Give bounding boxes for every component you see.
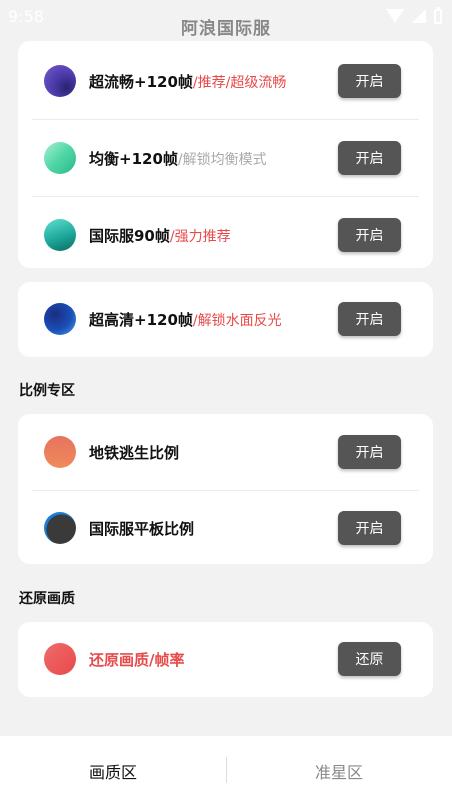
preset-row-balanced: 均衡+120帧/解锁均衡模式 开启	[18, 119, 433, 197]
app-title: 阿浪国际服	[181, 19, 271, 39]
ratio-row-tablet: 国际服平板比例 开启	[18, 490, 433, 568]
preset-label: 超流畅+120帧/推荐/超级流畅	[89, 73, 287, 91]
preset-avatar-icon	[44, 142, 76, 174]
hd-preset-card: 超高清+120帧/解锁水面反光 开启	[18, 282, 433, 357]
preset-avatar-icon	[44, 219, 76, 251]
restore-label: 还原画质/帧率	[89, 651, 185, 669]
preset-row-intl-90fps: 国际服90帧/强力推荐 开启	[18, 196, 433, 274]
ratio-section-title: 比例专区	[19, 383, 75, 399]
enable-ultra-hd-button[interactable]: 开启	[338, 302, 401, 336]
ratio-avatar-icon	[44, 436, 76, 468]
ratio-label: 地铁逃生比例	[89, 444, 180, 462]
tab-quality[interactable]: 画质区	[0, 736, 226, 805]
preset-label: 超高清+120帧/解锁水面反光	[89, 311, 282, 329]
tab-crosshair[interactable]: 准星区	[226, 736, 452, 805]
restore-section-title: 还原画质	[19, 591, 75, 607]
preset-avatar-icon	[44, 65, 76, 97]
restore-avatar-icon	[44, 643, 76, 675]
nav-divider	[226, 757, 227, 783]
ratio-label: 国际服平板比例	[89, 520, 195, 538]
preset-label: 国际服90帧/强力推荐	[89, 227, 231, 245]
enable-ultra-smooth-button[interactable]: 开启	[338, 64, 401, 98]
restore-button[interactable]: 还原	[338, 642, 401, 676]
restore-card: 还原画质/帧率 还原	[18, 622, 433, 697]
enable-metro-ratio-button[interactable]: 开启	[338, 435, 401, 469]
fps-presets-card: 超流畅+120帧/推荐/超级流畅 开启 均衡+120帧/解锁均衡模式 开启 国际…	[18, 41, 433, 268]
enable-tablet-ratio-button[interactable]: 开启	[338, 511, 401, 545]
preset-row-ultra-hd: 超高清+120帧/解锁水面反光 开启	[18, 282, 433, 360]
ratio-card: 地铁逃生比例 开启 国际服平板比例 开启	[18, 414, 433, 564]
restore-row: 还原画质/帧率 还原	[18, 622, 433, 700]
enable-balanced-button[interactable]: 开启	[338, 141, 401, 175]
bottom-nav: 画质区 准星区	[0, 736, 452, 805]
ratio-row-metro: 地铁逃生比例 开启	[18, 414, 433, 492]
ratio-avatar-icon	[44, 512, 76, 544]
preset-label: 均衡+120帧/解锁均衡模式	[89, 150, 267, 168]
preset-row-ultra-smooth: 超流畅+120帧/推荐/超级流畅 开启	[18, 42, 433, 120]
enable-intl-90fps-button[interactable]: 开启	[338, 218, 401, 252]
preset-avatar-icon	[44, 303, 76, 335]
